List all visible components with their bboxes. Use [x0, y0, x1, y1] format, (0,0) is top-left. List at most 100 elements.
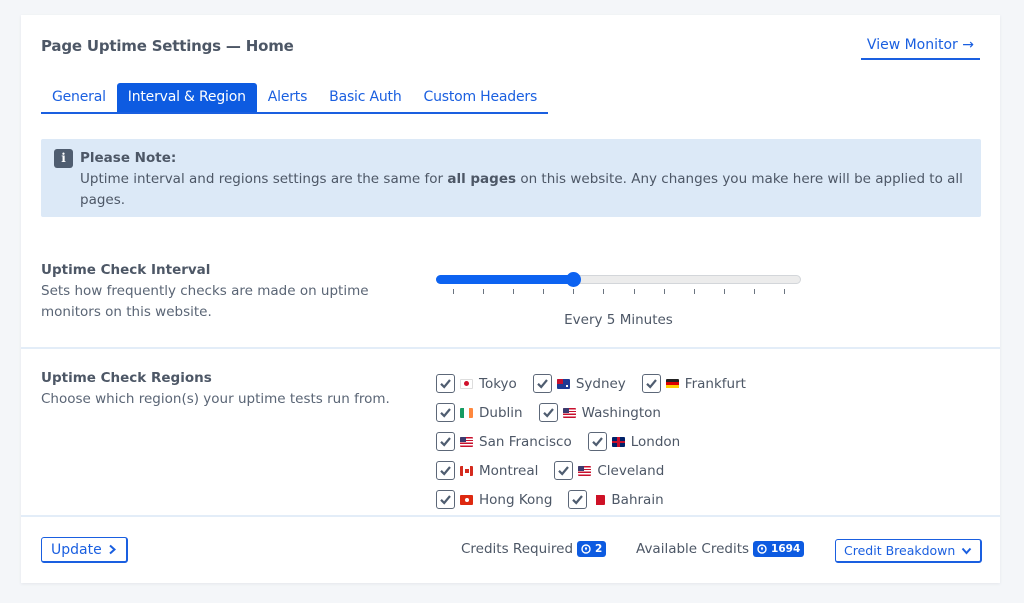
region-checkbox[interactable] — [436, 461, 455, 480]
region-name: Bahrain — [611, 491, 664, 508]
interval-heading: Uptime Check Interval — [41, 262, 211, 278]
region-name: Washington — [581, 404, 661, 421]
interval-description: Sets how frequently checks are made on u… — [41, 283, 369, 320]
note-text-bold: all pages — [447, 171, 517, 187]
tab-alerts[interactable]: Alerts — [257, 83, 318, 112]
credits-required-label: Credits Required — [461, 541, 574, 557]
region-checkbox[interactable] — [436, 374, 455, 393]
interval-section-label: Uptime Check Interval Sets how frequentl… — [41, 260, 401, 323]
available-credits-label: Available Credits — [636, 541, 750, 557]
slider-tick — [483, 289, 485, 294]
available-credits-value: 1694 — [771, 543, 801, 555]
region-name: Hong Kong — [479, 491, 553, 508]
tab-general[interactable]: General — [41, 83, 117, 112]
credit-coin-icon — [581, 544, 591, 554]
slider-tick — [663, 289, 665, 294]
slider-tick — [723, 289, 725, 294]
view-monitor-link[interactable]: View Monitor → — [860, 37, 980, 60]
note-text-start: Uptime interval and regions settings are… — [80, 171, 448, 187]
region-row: Hong Kong Bahrain — [436, 485, 816, 514]
interval-slider[interactable] — [436, 272, 801, 303]
flag-us-icon — [578, 465, 592, 476]
region-row: San Francisco London — [436, 427, 816, 456]
region-name: Tokyo — [479, 375, 517, 392]
flag-au-icon — [556, 378, 570, 389]
region-option-cleveland[interactable]: Cleveland — [554, 461, 664, 480]
flag-jp-icon — [460, 378, 473, 389]
region-checkbox[interactable] — [568, 490, 588, 509]
slider-thumb[interactable] — [566, 272, 582, 287]
slider-tick — [603, 289, 605, 294]
regions-heading: Uptime Check Regions — [41, 370, 212, 386]
footer-divider — [21, 515, 1000, 517]
region-checkbox[interactable] — [538, 403, 558, 422]
region-name: London — [630, 433, 681, 450]
credits-required-value: 2 — [595, 543, 603, 555]
region-checkbox[interactable] — [641, 374, 661, 393]
credit-breakdown-label: Credit Breakdown — [844, 543, 956, 558]
checkmark-icon — [572, 495, 584, 505]
flag-de-icon — [665, 378, 679, 389]
region-option-frankfurt[interactable]: Frankfurt — [641, 374, 746, 393]
flag-us-icon — [460, 436, 473, 447]
checkmark-icon — [440, 466, 451, 476]
region-checkbox[interactable] — [587, 432, 607, 451]
region-checkbox[interactable] — [436, 490, 455, 509]
flag-ca-icon — [460, 465, 473, 476]
region-option-bahrain[interactable]: Bahrain — [568, 490, 664, 509]
region-option-london[interactable]: London — [587, 432, 681, 451]
checkmark-icon — [646, 379, 657, 389]
region-name: Dublin — [479, 404, 523, 421]
tab-interval-region[interactable]: Interval & Region — [116, 83, 257, 112]
slider-tick — [573, 289, 575, 294]
checkmark-icon — [542, 408, 554, 418]
region-option-hong-kong[interactable]: Hong Kong — [436, 490, 552, 509]
info-note: i Please Note: Uptime interval and regio… — [41, 139, 981, 217]
settings-tabs: General Interval & Region Alerts Basic A… — [41, 83, 549, 114]
tab-custom-headers[interactable]: Custom Headers — [413, 83, 549, 112]
region-name: San Francisco — [479, 433, 572, 450]
region-row: Dublin Washington — [436, 398, 816, 427]
uptime-settings-card: Page Uptime Settings — Home View Monitor… — [21, 15, 1000, 583]
credit-coin-icon — [757, 544, 767, 554]
region-option-tokyo[interactable]: Tokyo — [436, 374, 517, 393]
slider-fill — [436, 275, 574, 284]
credit-breakdown-button[interactable]: Credit Breakdown — [835, 539, 983, 563]
checkmark-icon — [440, 495, 451, 505]
region-option-sydney[interactable]: Sydney — [532, 374, 626, 393]
checkmark-icon — [440, 379, 451, 389]
checkmark-icon — [558, 466, 570, 476]
checkmark-icon — [440, 408, 451, 418]
flag-gb-icon — [611, 436, 625, 447]
note-title: Please Note: — [80, 150, 177, 166]
region-checkbox[interactable] — [554, 461, 574, 480]
region-checkbox[interactable] — [436, 403, 455, 422]
interval-value-label: Every 5 Minutes — [564, 312, 673, 328]
available-credits-badge: 1694 — [753, 541, 805, 557]
region-checkbox[interactable] — [436, 432, 455, 451]
page-title: Page Uptime Settings — Home — [41, 37, 294, 55]
region-option-montreal[interactable]: Montreal — [436, 461, 538, 480]
chevron-right-icon — [108, 544, 117, 555]
credits-required-badge: 2 — [577, 541, 607, 557]
update-button[interactable]: Update — [41, 537, 128, 563]
flag-hk-icon — [460, 494, 473, 505]
checkmark-icon — [537, 379, 548, 389]
slider-tick — [543, 289, 545, 294]
region-row: Montreal Cleveland — [436, 456, 816, 485]
region-option-washington[interactable]: Washington — [538, 403, 661, 422]
info-icon: i — [54, 149, 73, 168]
region-option-san-francisco[interactable]: San Francisco — [436, 432, 572, 451]
region-name: Frankfurt — [684, 375, 746, 392]
region-name: Sydney — [575, 375, 626, 392]
region-checkbox[interactable] — [532, 374, 552, 393]
slider-tick — [693, 289, 695, 294]
region-option-dublin[interactable]: Dublin — [436, 403, 523, 422]
region-checkbox-list: Tokyo Sydney Frankfurt Dublin Washington San … — [436, 369, 816, 514]
slider-tick — [513, 289, 515, 294]
slider-tick — [753, 289, 755, 294]
note-text: Uptime interval and regions settings are… — [80, 169, 969, 211]
regions-description: Choose which region(s) your uptime tests… — [41, 391, 390, 407]
tab-basic-auth[interactable]: Basic Auth — [318, 83, 412, 112]
available-credits: Available Credits 1694 — [636, 541, 805, 557]
